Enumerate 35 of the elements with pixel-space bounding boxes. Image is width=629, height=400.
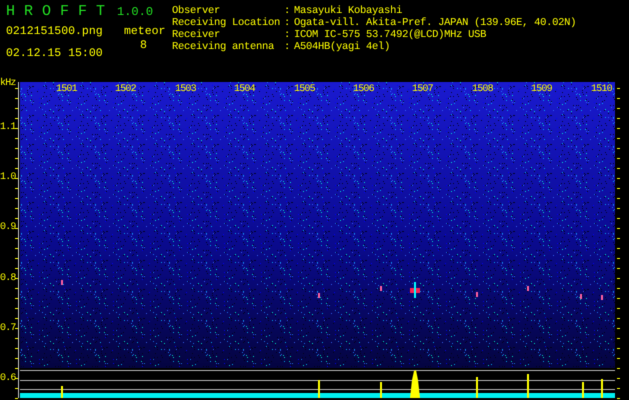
x-axis-label: 1505 [294, 84, 315, 95]
x-axis-label: 1506 [353, 84, 374, 95]
y-axis-label: 1.1 [0, 122, 16, 133]
x-axis-label: 1510 [591, 84, 612, 95]
x-axis-label: 1508 [472, 84, 493, 95]
info-value: Masayuki Kobayashi [294, 5, 402, 17]
x-axis-label: 1507 [412, 84, 433, 95]
colon-separator: : [284, 41, 290, 53]
date-time: 02.12.15 15:00 [6, 47, 103, 60]
colon-separator: : [284, 17, 290, 29]
info-value: Ogata-vill. Akita-Pref. JAPAN (139.96E, 40.02N) [294, 17, 576, 29]
meteor-count: 8 [140, 40, 147, 52]
info-label: Receiving Location [172, 17, 280, 29]
info-value: ICOM IC-575 53.7492(@LCD)MHz USB [294, 29, 486, 41]
x-axis-label: 1509 [531, 84, 552, 95]
y-axis-label: 1.0 [0, 172, 16, 183]
version-label: 1.0.0 [117, 5, 154, 19]
y-axis-label: 0.7 [0, 323, 16, 334]
colon-separator: : [284, 5, 290, 17]
info-label: Receiver [172, 29, 220, 41]
x-axis-label: 1502 [115, 84, 136, 95]
colon-separator: : [284, 29, 290, 41]
x-axis-label: 1504 [234, 84, 255, 95]
x-axis-label: 1501 [56, 84, 77, 95]
app-name: H R O F F T [6, 3, 106, 20]
y-axis-label: 0.6 [0, 373, 16, 384]
axis-unit: kHz [0, 78, 16, 89]
info-label: Observer [172, 5, 220, 17]
y-axis-label: 0.8 [0, 273, 16, 284]
y-axis-label: 0.9 [0, 222, 16, 233]
info-value: A504HB(yagi 4el) [294, 41, 390, 53]
info-label: Receiving antenna [172, 41, 274, 53]
file-name: 0212151500.png [6, 25, 103, 38]
x-axis-label: 1503 [175, 84, 196, 95]
meteor-label: meteor [124, 26, 166, 38]
